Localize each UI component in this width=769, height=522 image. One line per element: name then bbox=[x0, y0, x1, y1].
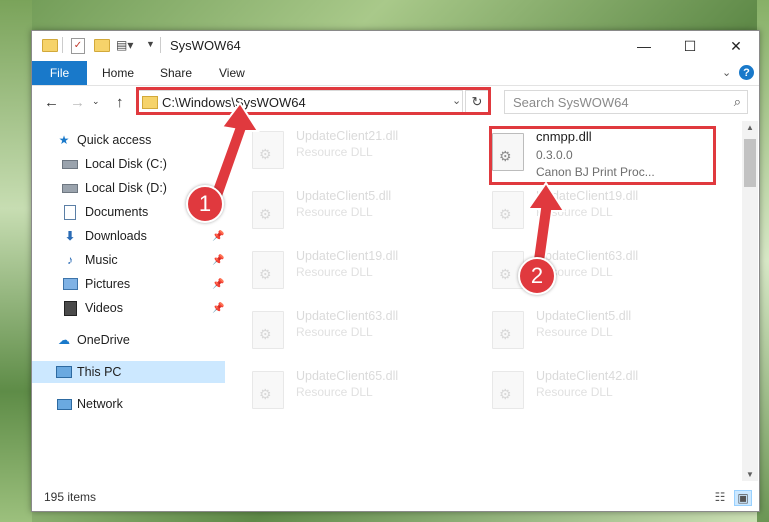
file-description: Resource DLL bbox=[296, 385, 373, 399]
qa-divider bbox=[62, 37, 63, 53]
pictures-icon bbox=[62, 276, 78, 292]
new-folder-icon[interactable] bbox=[94, 39, 110, 52]
documents-icon bbox=[62, 204, 78, 220]
recent-locations-icon[interactable]: ⌄ bbox=[92, 96, 100, 107]
tab-view[interactable]: View bbox=[219, 66, 245, 80]
file-name: UpdateClient65.dll bbox=[296, 369, 399, 383]
file-description: Resource DLL bbox=[536, 385, 613, 399]
maximize-button[interactable]: ☐ bbox=[667, 31, 713, 61]
title-divider bbox=[160, 37, 161, 53]
tab-share[interactable]: Share bbox=[160, 66, 192, 80]
sidebar-item-label: Local Disk (D:) bbox=[85, 181, 167, 195]
sidebar-item-downloads[interactable]: ⬇ Downloads 📌 bbox=[32, 225, 225, 247]
scroll-thumb[interactable] bbox=[744, 139, 756, 187]
vertical-scrollbar[interactable]: ▲ ▼ bbox=[742, 121, 758, 481]
file-description: Resource DLL bbox=[296, 205, 373, 219]
step-2-badge: 2 bbox=[518, 257, 556, 295]
dll-file-icon: ⚙ bbox=[492, 311, 524, 349]
sidebar-item-onedrive[interactable]: ☁ OneDrive bbox=[32, 329, 225, 351]
file-item[interactable]: ⚙ UpdateClient5.dll Resource DLL bbox=[486, 303, 721, 353]
folder-icon bbox=[42, 39, 58, 52]
up-arrow-icon[interactable]: ↑ bbox=[116, 94, 124, 111]
sidebar-item-music[interactable]: ♪ Music 📌 bbox=[32, 249, 225, 271]
explorer-window: ✓ ▤▾ ▼ SysWOW64 — ☐ ✕ File Home Share Vi… bbox=[31, 30, 760, 512]
large-icons-view-icon[interactable]: ▣ bbox=[734, 490, 752, 506]
file-description: Resource DLL bbox=[296, 265, 373, 279]
sidebar-item-label: Local Disk (C:) bbox=[85, 157, 167, 171]
forward-arrow-icon[interactable]: → bbox=[70, 94, 85, 111]
sidebar-item-label: OneDrive bbox=[77, 333, 130, 347]
file-highlight-box bbox=[489, 126, 716, 185]
tab-file[interactable]: File bbox=[32, 61, 87, 85]
pin-icon[interactable]: 📌 bbox=[212, 279, 224, 290]
dll-file-icon: ⚙ bbox=[252, 251, 284, 289]
search-input[interactable]: Search SysWOW64 ⌕ bbox=[504, 90, 748, 114]
details-view-icon[interactable]: ☷ bbox=[712, 490, 728, 504]
sidebar-item-label: This PC bbox=[77, 365, 122, 379]
drive-icon bbox=[62, 156, 78, 172]
step-1-badge: 1 bbox=[186, 185, 224, 223]
network-icon bbox=[56, 396, 72, 412]
videos-icon bbox=[62, 300, 78, 316]
this-pc-icon bbox=[56, 364, 72, 380]
qa-dropdown-icon[interactable]: ▼ bbox=[146, 39, 155, 49]
file-item[interactable]: ⚙ UpdateClient5.dll Resource DLL bbox=[246, 183, 481, 233]
file-item[interactable]: ⚙ UpdateClient63.dll Resource DLL bbox=[246, 303, 481, 353]
file-description: Resource DLL bbox=[536, 325, 613, 339]
sidebar-item-label: Downloads bbox=[85, 229, 147, 243]
sidebar-item-network[interactable]: Network bbox=[32, 393, 225, 415]
desktop-background-left bbox=[0, 0, 32, 522]
star-icon: ★ bbox=[58, 133, 70, 147]
file-name: UpdateClient21.dll bbox=[296, 129, 399, 143]
file-description: Resource DLL bbox=[296, 325, 373, 339]
pin-icon[interactable]: 📌 bbox=[212, 303, 224, 314]
back-arrow-icon[interactable]: ← bbox=[44, 94, 59, 111]
file-item[interactable]: ⚙ UpdateClient65.dll Resource DLL bbox=[246, 363, 481, 413]
pin-icon[interactable]: 📌 bbox=[212, 255, 224, 266]
sidebar-item-label: Network bbox=[77, 397, 123, 411]
sidebar-item-videos[interactable]: Videos 📌 bbox=[32, 297, 225, 319]
ribbon-tabs: File Home Share View ⌄ ? bbox=[32, 61, 759, 86]
file-item[interactable]: ⚙ UpdateClient42.dll Resource DLL bbox=[486, 363, 721, 413]
window-title: SysWOW64 bbox=[170, 38, 241, 53]
scroll-down-icon[interactable]: ▼ bbox=[742, 470, 758, 479]
dll-file-icon: ⚙ bbox=[252, 311, 284, 349]
search-icon: ⌕ bbox=[733, 94, 741, 109]
file-name: UpdateClient5.dll bbox=[536, 309, 632, 323]
minimize-button[interactable]: — bbox=[621, 31, 667, 61]
sidebar-item-label: Music bbox=[85, 253, 118, 267]
file-item[interactable]: ⚙ UpdateClient21.dll Resource DLL bbox=[246, 123, 481, 173]
sidebar-item-this-pc[interactable]: This PC bbox=[32, 361, 225, 383]
close-button[interactable]: ✕ bbox=[713, 31, 759, 61]
title-bar: ✓ ▤▾ ▼ SysWOW64 — ☐ ✕ bbox=[32, 31, 759, 61]
search-placeholder: Search SysWOW64 bbox=[513, 95, 629, 110]
help-icon[interactable]: ? bbox=[739, 65, 754, 80]
file-description: Resource DLL bbox=[296, 145, 373, 159]
drive-icon bbox=[62, 180, 78, 196]
dll-file-icon: ⚙ bbox=[252, 371, 284, 409]
sidebar-item-label: Quick access bbox=[77, 133, 152, 147]
pin-icon[interactable]: 📌 bbox=[212, 231, 224, 242]
file-name: UpdateClient5.dll bbox=[296, 189, 392, 203]
scroll-up-icon[interactable]: ▲ bbox=[742, 123, 758, 132]
sidebar-item-pictures[interactable]: Pictures 📌 bbox=[32, 273, 225, 295]
file-item[interactable]: ⚙ UpdateClient19.dll Resource DLL bbox=[246, 243, 481, 293]
item-count: 195 items bbox=[44, 490, 97, 504]
file-name: UpdateClient42.dll bbox=[536, 369, 639, 383]
music-icon: ♪ bbox=[67, 253, 73, 267]
sidebar-item-label: Documents bbox=[85, 205, 149, 219]
file-name: UpdateClient19.dll bbox=[296, 249, 399, 263]
onedrive-icon: ☁ bbox=[58, 333, 70, 347]
file-name: UpdateClient63.dll bbox=[296, 309, 399, 323]
tab-home[interactable]: Home bbox=[102, 66, 134, 80]
status-bar: 195 items ☷ ▣ bbox=[32, 487, 759, 511]
sidebar-item-label: Pictures bbox=[85, 277, 131, 291]
properties-icon[interactable]: ✓ bbox=[71, 38, 85, 54]
downloads-icon: ⬇ bbox=[64, 229, 76, 243]
customize-qa-icon[interactable]: ▤▾ bbox=[116, 38, 133, 52]
expand-ribbon-icon[interactable]: ⌄ bbox=[722, 66, 731, 79]
dll-file-icon: ⚙ bbox=[492, 371, 524, 409]
sidebar-item-label: Videos bbox=[85, 301, 123, 315]
